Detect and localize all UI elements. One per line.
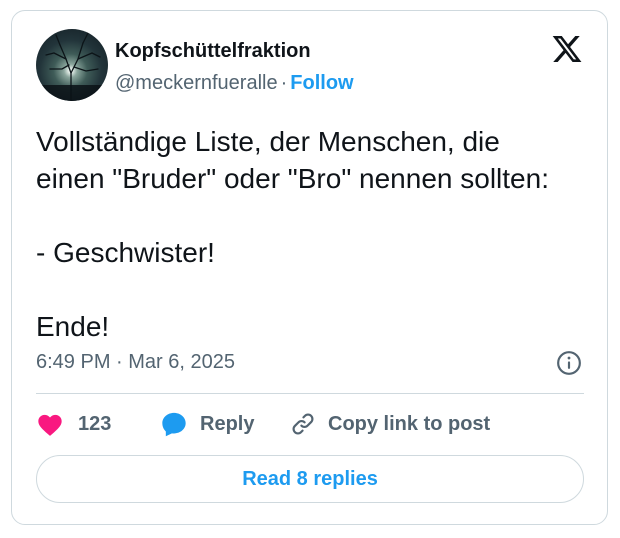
read-replies-label: Read 8 replies [242, 467, 378, 490]
like-count: 123 [78, 412, 112, 435]
author-display-name[interactable]: Kopfschüttelfraktion [115, 39, 311, 63]
post-timestamp[interactable]: 6:49 PM · Mar 6, 2025 [36, 350, 235, 374]
copy-link-button[interactable]: Copy link to post [290, 409, 490, 439]
divider [36, 393, 584, 394]
copy-link-label: Copy link to post [328, 412, 491, 435]
like-button[interactable]: 123 [36, 409, 111, 439]
info-icon[interactable] [556, 350, 582, 376]
author-handle-row: @meckernfueralle · Follow [115, 71, 354, 95]
author-handle[interactable]: @meckernfueralle [115, 72, 278, 94]
link-icon [292, 413, 314, 435]
reply-bubble-icon [162, 412, 186, 437]
separator-dot: · [280, 72, 288, 94]
embedded-post-card: Kopfschüttelfraktion @meckernfueralle · Fo… [11, 10, 608, 525]
reply-label: Reply [200, 412, 255, 435]
heart-icon [38, 414, 62, 436]
avatar-image [36, 32, 108, 101]
reply-button[interactable]: Reply [160, 409, 254, 439]
x-logo-icon[interactable] [550, 33, 584, 65]
read-replies-button[interactable]: Read 8 replies [36, 455, 584, 503]
action-bar: 123 Reply Copy link to post [36, 409, 584, 439]
avatar[interactable] [36, 29, 108, 101]
follow-button[interactable]: Follow [290, 72, 353, 94]
post-text: Vollständige Liste, der Menschen, die ei… [36, 126, 549, 342]
